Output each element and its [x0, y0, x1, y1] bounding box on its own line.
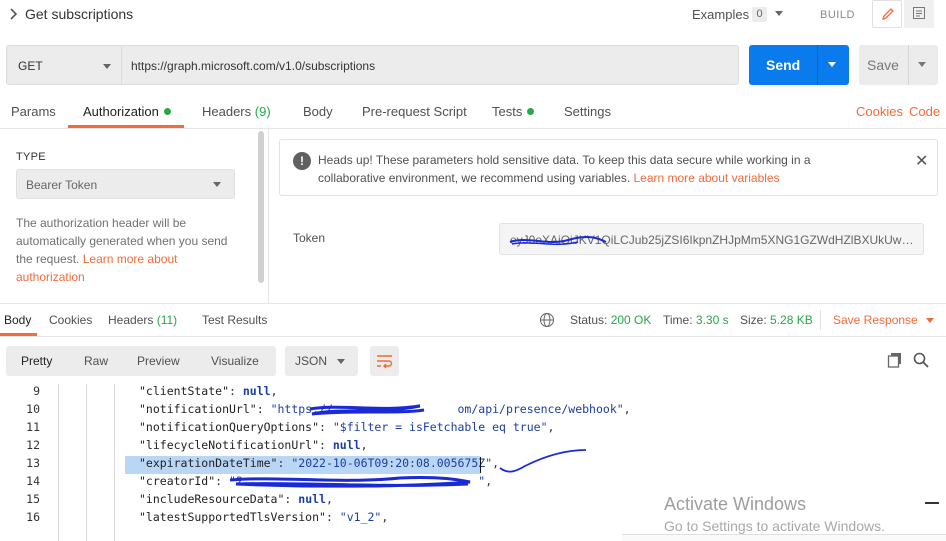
tab-headers[interactable]: Headers (9)	[202, 104, 271, 119]
tab-body[interactable]: Body	[303, 104, 333, 119]
wrap-icon	[377, 355, 393, 369]
sensitive-data-alert: ! Heads up! These parameters hold sensit…	[279, 139, 938, 196]
tab-tests[interactable]: Tests	[492, 104, 535, 119]
send-divider	[817, 45, 818, 85]
tab-tests-label: Tests	[492, 104, 523, 119]
divider	[0, 303, 946, 304]
minimize-dash	[925, 502, 939, 504]
examples-dropdown[interactable]: Examples	[692, 7, 749, 22]
response-tab-test-results[interactable]: Test Results	[202, 313, 267, 327]
learn-more-variables-link[interactable]: Learn more about variables	[634, 171, 780, 185]
url-value: https://graph.microsoft.com/v1.0/subscri…	[131, 59, 376, 73]
response-size: Size: 5.28 KB	[740, 313, 813, 327]
token-label: Token	[293, 231, 326, 245]
search-icon[interactable]	[913, 352, 929, 368]
response-time: Time: 3.30 s	[663, 313, 729, 327]
divider	[820, 310, 821, 330]
response-tab-body[interactable]: Body	[4, 313, 31, 327]
close-icon[interactable]: ✕	[915, 151, 928, 171]
format-value: JSON	[295, 354, 328, 368]
send-button[interactable]: Send	[749, 45, 849, 85]
status-dot	[527, 108, 535, 115]
response-headers-count: (11)	[156, 313, 178, 327]
token-input[interactable]: eyJ0eXAiOiJKV1QiLCJub25jZSI6IkpnZHJpMm5X…	[499, 223, 924, 255]
code-link[interactable]: Code	[909, 104, 940, 119]
visualize-button[interactable]: Visualize	[211, 354, 259, 368]
time-value: 3.30 s	[695, 313, 729, 327]
status-label: Status:	[570, 313, 608, 327]
save-button[interactable]: Save	[859, 45, 938, 85]
tab-settings[interactable]: Settings	[564, 104, 611, 119]
preview-button[interactable]: Preview	[137, 354, 180, 368]
format-select[interactable]: JSON	[285, 346, 358, 376]
chevron-down-icon	[337, 359, 345, 364]
save-divider	[908, 45, 909, 85]
request-title-bar: Get subscriptions Examples 0 BUILD	[0, 0, 946, 30]
alert-message: Heads up! These parameters hold sensitiv…	[318, 151, 858, 187]
status-dot	[163, 108, 171, 115]
document-icon	[913, 7, 925, 19]
tab-headers-label: Headers	[202, 104, 252, 119]
format-mode-group: Pretty Raw Preview Visualize	[6, 346, 276, 376]
chevron-down-icon	[103, 64, 111, 69]
response-tab-headers-label: Headers	[108, 313, 154, 327]
chevron-down-icon	[213, 182, 221, 187]
tab-prerequest-script[interactable]: Pre-request Script	[362, 104, 467, 119]
wrap-lines-button[interactable]	[370, 346, 399, 376]
url-input[interactable]: https://graph.microsoft.com/v1.0/subscri…	[122, 45, 739, 85]
response-tab-cookies[interactable]: Cookies	[49, 313, 92, 327]
exclamation-icon: !	[293, 152, 311, 170]
chevron-right-icon[interactable]	[9, 8, 18, 20]
edit-button[interactable]	[872, 0, 902, 28]
tab-authorization-label: Authorization	[83, 104, 159, 119]
response-tab-headers[interactable]: Headers (11)	[108, 313, 177, 327]
chevron-down-icon[interactable]	[926, 318, 934, 323]
pretty-button[interactable]: Pretty	[21, 354, 52, 368]
status-value: 200 OK	[610, 313, 652, 327]
cookies-link[interactable]: Cookies	[856, 104, 903, 119]
size-label: Size:	[740, 313, 767, 327]
chevron-down-icon[interactable]	[775, 11, 783, 16]
tab-authorization[interactable]: Authorization	[83, 104, 171, 119]
auth-type-select[interactable]: Bearer Token	[16, 169, 235, 199]
save-label: Save	[867, 57, 899, 73]
build-mode-label[interactable]: BUILD	[820, 9, 855, 21]
method-value: GET	[18, 59, 43, 73]
send-label: Send	[766, 57, 801, 73]
copy-icon[interactable]	[887, 352, 903, 368]
examples-count-badge: 0	[752, 7, 767, 22]
documentation-button[interactable]	[904, 0, 934, 28]
raw-button[interactable]: Raw	[84, 354, 108, 368]
status-bar	[622, 534, 946, 541]
tab-headers-count: (9)	[254, 104, 271, 119]
redaction-scribble	[509, 235, 607, 246]
divider	[0, 336, 946, 337]
tab-params[interactable]: Params	[11, 104, 56, 119]
divider	[268, 129, 269, 303]
scrollbar[interactable]	[258, 131, 264, 283]
pencil-icon	[881, 8, 894, 21]
time-label: Time:	[663, 313, 693, 327]
activate-windows-subtitle: Go to Settings to activate Windows.	[664, 518, 885, 534]
auth-description: The authorization header will be automat…	[16, 214, 236, 286]
save-response-button[interactable]: Save Response	[833, 313, 918, 327]
chevron-down-icon[interactable]	[828, 62, 836, 67]
request-name[interactable]: Get subscriptions	[25, 6, 133, 22]
chevron-down-icon[interactable]	[918, 62, 926, 67]
globe-icon[interactable]	[539, 312, 555, 328]
method-select[interactable]: GET	[6, 45, 122, 85]
auth-type-label: TYPE	[16, 151, 46, 163]
activate-windows-title: Activate Windows	[664, 494, 807, 514]
response-status: Status: 200 OK	[570, 313, 651, 327]
divider	[0, 128, 946, 129]
size-value: 5.28 KB	[770, 313, 813, 327]
auth-type-value: Bearer Token	[26, 178, 98, 192]
